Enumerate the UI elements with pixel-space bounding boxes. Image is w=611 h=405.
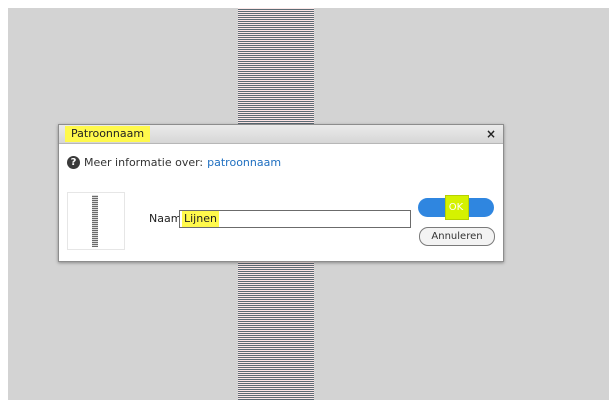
info-row: ? Meer informatie over: patroonnaam — [67, 154, 281, 170]
dialog-title: Patroonnaam — [65, 126, 151, 142]
ok-button[interactable]: OK — [418, 195, 494, 220]
name-input[interactable]: Lijnen — [179, 210, 411, 228]
question-circle-icon: ? — [67, 155, 80, 169]
pattern-preview-lines — [92, 195, 98, 247]
name-input-value: Lijnen — [182, 211, 219, 227]
close-icon[interactable]: × — [484, 125, 498, 143]
info-text: Meer informatie over: — [84, 155, 204, 169]
ok-button-label: OK — [448, 202, 464, 213]
dialog-titlebar: Patroonnaam × — [59, 125, 503, 144]
info-link-patroonnaam[interactable]: patroonnaam — [207, 156, 281, 169]
cancel-button[interactable]: Annuleren — [419, 227, 495, 246]
pattern-name-dialog: Patroonnaam × ? Meer informatie over: pa… — [58, 124, 504, 262]
pattern-preview — [67, 192, 125, 250]
